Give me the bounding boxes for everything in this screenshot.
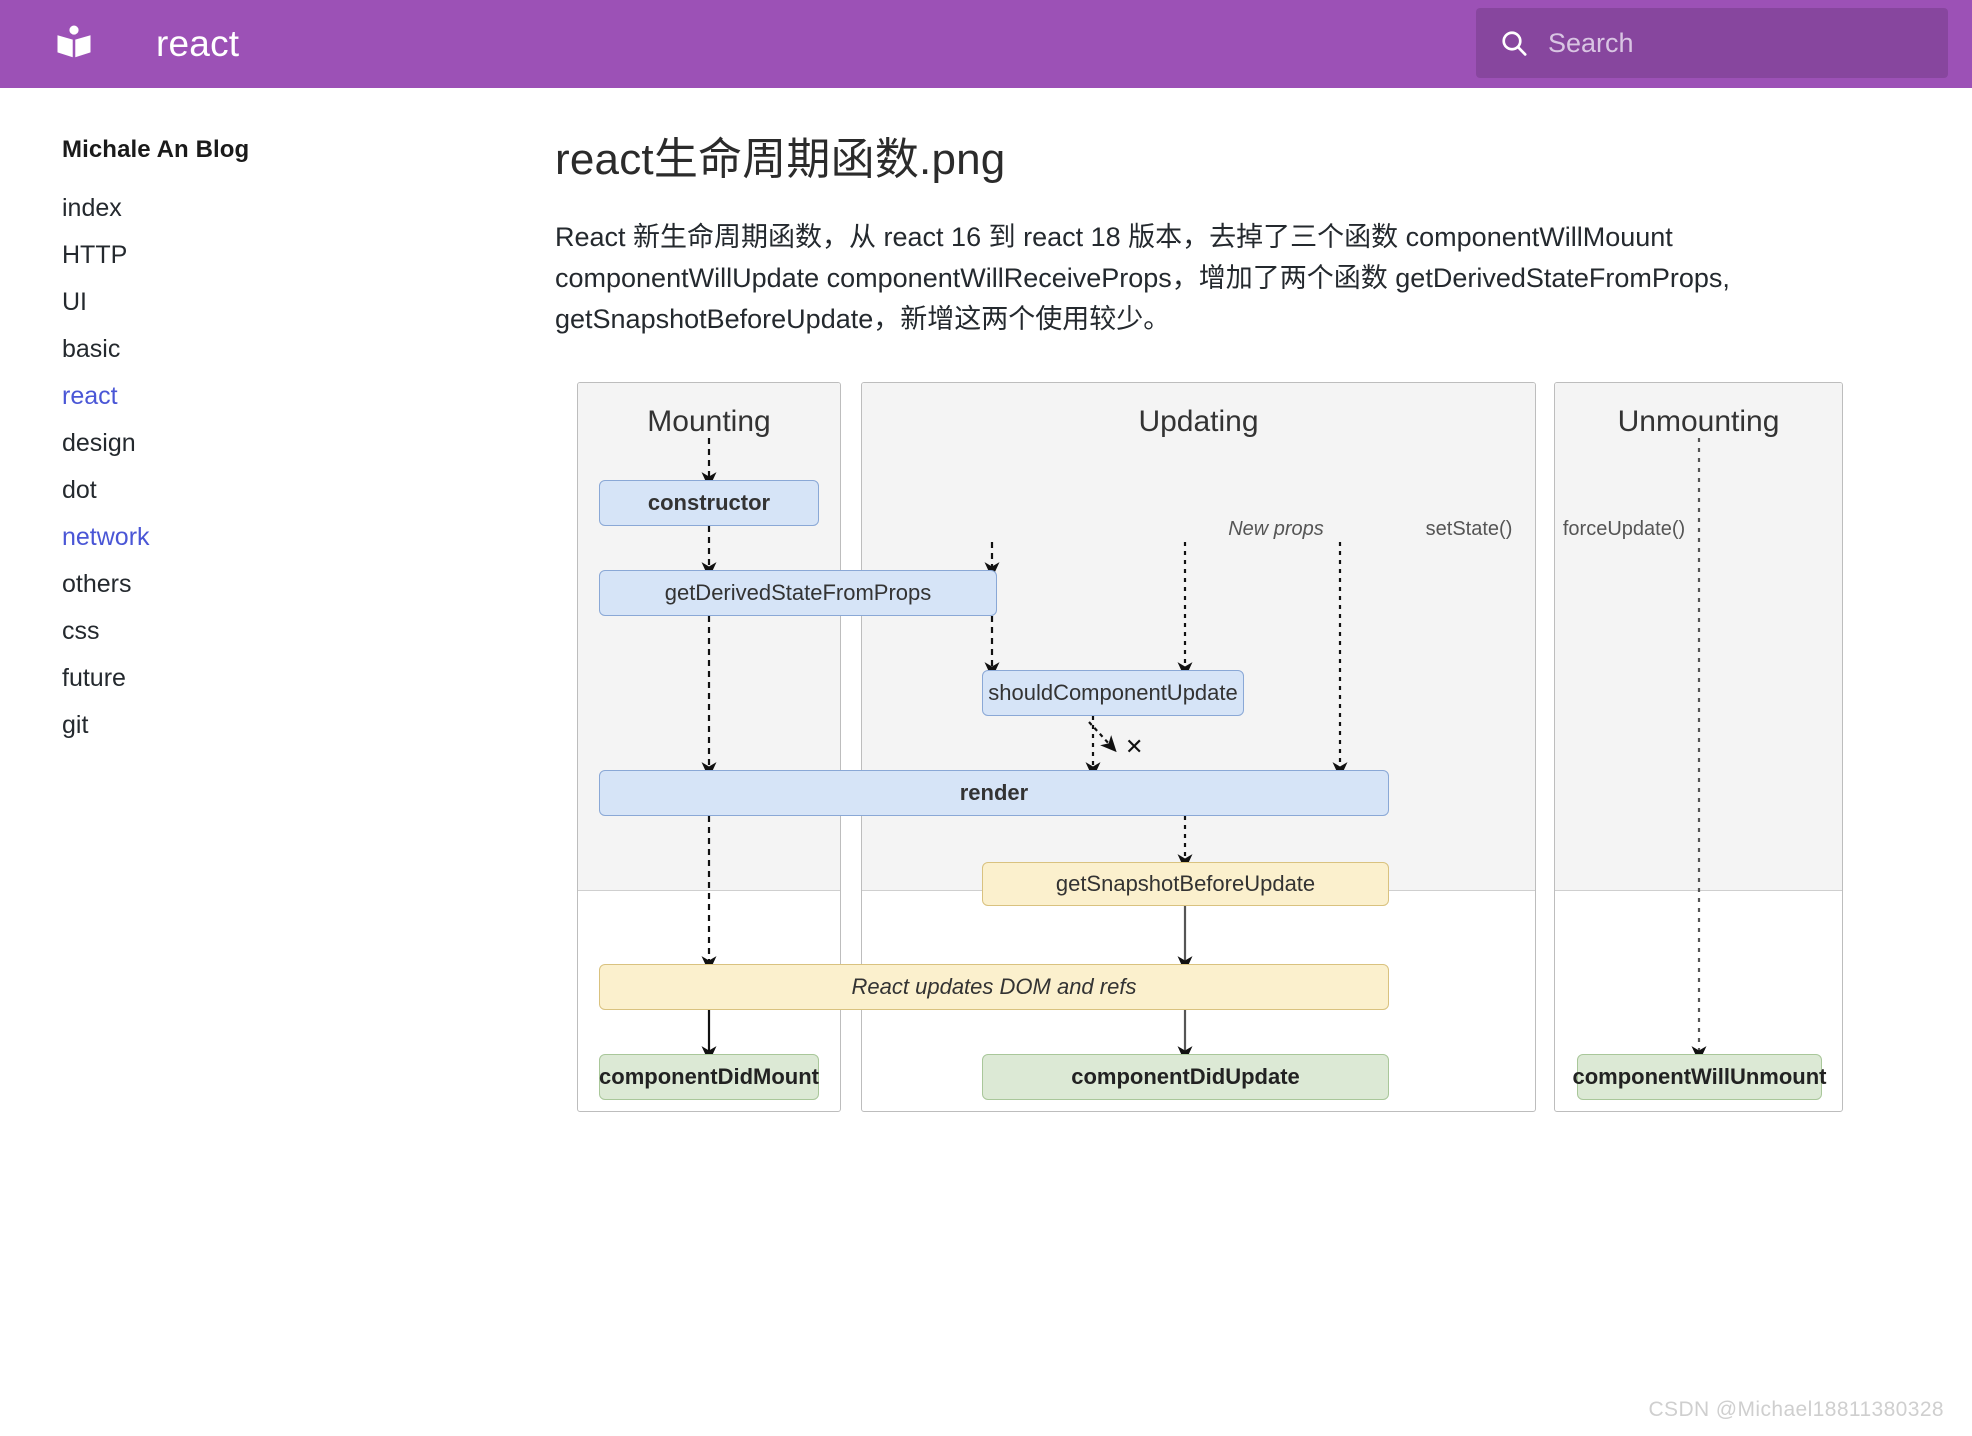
node-get-snapshot-before-update: getSnapshotBeforeUpdate: [982, 862, 1389, 907]
column-heading-updating: Updating: [1138, 405, 1259, 439]
diagram-column-unmounting: Unmounting: [1554, 382, 1843, 1113]
sidebar-item-dot[interactable]: dot: [62, 467, 500, 514]
render-phase-region-unmounting: [1555, 383, 1842, 892]
trigger-label-new-props: New props: [1228, 518, 1324, 541]
react-lifecycle-diagram: Mounting Updating Unmounting New props s…: [577, 382, 1943, 1113]
sidebar-item-basic[interactable]: basic: [62, 326, 500, 373]
sidebar-item-ui[interactable]: UI: [62, 279, 500, 326]
brand-title: react: [156, 23, 240, 64]
sidebar-item-network[interactable]: network: [62, 514, 500, 561]
sidebar-title: Michale An Blog: [62, 136, 250, 163]
trigger-label-forceupdate: forceUpdate(): [1562, 518, 1686, 541]
node-constructor: constructor: [599, 480, 819, 527]
app-header: react: [0, 0, 1972, 88]
sidebar-item-others[interactable]: others: [62, 561, 500, 608]
sidebar-item-git[interactable]: git: [62, 702, 500, 749]
sidebar: Michale An Blog index HTTP UI basic reac…: [0, 88, 500, 1436]
intro-paragraph: React 新生命周期函数，从 react 16 到 react 18 版本，去…: [555, 222, 1730, 335]
trigger-label-setstate: setState(): [1425, 518, 1513, 541]
node-component-did-mount: componentDidMount: [599, 1054, 819, 1101]
sidebar-item-design[interactable]: design: [62, 420, 500, 467]
node-component-will-unmount: componentWillUnmount: [1573, 1054, 1827, 1101]
sidebar-item-react[interactable]: react: [62, 373, 500, 420]
main-content: react生命周期函数.png React 新生命周期函数，从 react 16…: [500, 88, 1972, 1436]
sidebar-item-http[interactable]: HTTP: [62, 232, 500, 279]
page-title: react生命周期函数.png: [555, 135, 1006, 184]
node-component-did-update: componentDidUpdate: [982, 1054, 1389, 1101]
node-get-derived-state-from-props: getDerivedStateFromProps: [599, 570, 997, 617]
search-icon: [1498, 27, 1530, 59]
csdn-watermark: CSDN @Michael18811380328: [1648, 1398, 1944, 1421]
node-render: render: [599, 770, 1389, 817]
sidebar-item-future[interactable]: future: [62, 655, 500, 702]
column-heading-unmounting: Unmounting: [1617, 405, 1780, 439]
column-heading-mounting: Mounting: [647, 405, 771, 439]
search-box[interactable]: [1476, 8, 1948, 78]
sidebar-item-css[interactable]: css: [62, 608, 500, 655]
sidebar-item-index[interactable]: index: [62, 185, 500, 232]
node-should-component-update: shouldComponentUpdate: [982, 670, 1244, 717]
skip-render-x-icon: ✕: [1125, 734, 1144, 760]
open-book-icon: [52, 22, 96, 66]
node-react-updates-dom-and-refs: React updates DOM and refs: [599, 964, 1389, 1011]
search-input[interactable]: [1548, 8, 1948, 78]
